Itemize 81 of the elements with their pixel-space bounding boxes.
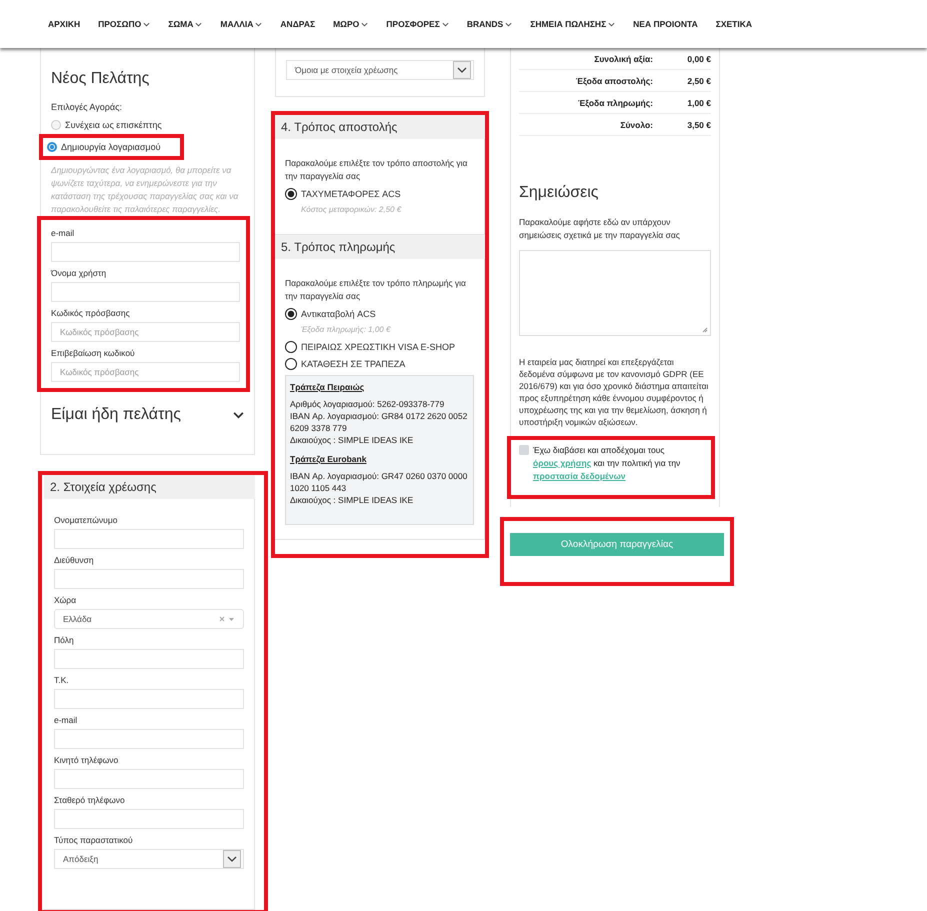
country-select[interactable]: Ελλάδα bbox=[54, 609, 244, 629]
field-label: Όνομα χρήστη bbox=[51, 268, 108, 278]
input-field[interactable]: Κωδικός πρόσβασης bbox=[51, 322, 240, 342]
prompt-text: Παρακαλούμε αφήστε εδώ αν υπάρχουν σημειώσεις σχετικά με την παραγγελία σας bbox=[519, 216, 681, 242]
input-field[interactable] bbox=[54, 729, 244, 749]
input-field[interactable] bbox=[54, 689, 244, 709]
address-select[interactable]: Όμοια με στοιχεία χρέωσης bbox=[286, 60, 474, 80]
section-header: 4. Τρόπος αποστολής bbox=[275, 115, 485, 139]
input-field[interactable] bbox=[54, 649, 244, 669]
radio-option[interactable]: Συνέχεια ως επισκέπτης bbox=[51, 118, 244, 132]
field-label: Διεύθυνση bbox=[54, 555, 95, 565]
notes-textarea[interactable] bbox=[519, 250, 711, 336]
input-field[interactable]: Κωδικός πρόσβασης bbox=[51, 362, 240, 382]
field-label: Χώρα bbox=[54, 595, 78, 605]
cost-note: Έξοδα πληρωμής: 1,00 € bbox=[301, 325, 392, 334]
section-title: Σημειώσεις bbox=[519, 184, 600, 202]
chevron-icon[interactable] bbox=[233, 412, 244, 418]
field-label: Κινητό τηλέφωνο bbox=[54, 755, 120, 765]
nav-link[interactable]: ΣΧΕΤΙΚΑ bbox=[716, 19, 752, 29]
input-field[interactable] bbox=[51, 242, 240, 262]
terms-text: Έχω διαβάσει και αποδέχομαι τους όρους χρήσης και την πολιτική για την προστασία δεδομένων bbox=[533, 444, 682, 483]
bank-detail: IBAN Αρ. λογαριασμού: GR84 0172 2620 0052 6209 3378 779 bbox=[290, 410, 468, 434]
description-text: Δημιουργώντας ένα λογαριασμό, θα μπορείτε να ψωνίζετε ταχύτερα, να ενημερώνεστε για την κατάσταση της τρέχουσας παραγγελίας σας και να παρακολουθείτε τις παλαιότερες παραγγελίες. bbox=[51, 164, 240, 216]
cost-note: Κόστος μεταφορικών: 2,50 € bbox=[301, 205, 402, 214]
field-label: Ονοματεπώνυμο bbox=[54, 515, 118, 525]
field-label: Επιβεβαίωση κωδικού bbox=[51, 348, 136, 358]
nav-link[interactable]: ΣΗΜΕΙΑ ΠΩΛΗΣΗΣ bbox=[530, 19, 616, 29]
prompt-text: Παρακαλούμε επιλέξτε τον τρόπο αποστολής για την παραγγελία σας bbox=[285, 157, 468, 183]
prompt-text: Παρακαλούμε επιλέξτε τον τρόπο πληρωμής για την παραγγελία σας bbox=[285, 277, 467, 303]
gdpr-text: Η εταιρεία μας διατηρεί και επεξεργάζεται δεδομένα σύμφωνα με τον κανονισμό GDPR (ΕΕ 2016/679) και για όσο χρονικό διάστημα απαιτείται προς εξυπηρέτηση κάθε έννομου συμφέροντος ή υποχρέωσης της και για την θεμελίωση, άσκηση ή υποστήριξη νομικών αξιώσεων. bbox=[519, 356, 710, 428]
input-field[interactable] bbox=[54, 769, 244, 789]
checkbox[interactable] bbox=[519, 445, 529, 455]
bank-detail: IBAN Αρ. λογαριασμού: GR47 0260 0370 0000 1020 1105 443 bbox=[290, 470, 468, 494]
radio-option[interactable]: Αντικαταβολή ACS bbox=[285, 307, 474, 321]
input-field[interactable] bbox=[54, 529, 244, 549]
resize-grip-icon[interactable] bbox=[702, 327, 708, 333]
radio-option[interactable]: ΚΑΤΑΘΕΣΗ ΣΕ ΤΡΑΠΕΖΑ bbox=[285, 357, 474, 371]
nav-link[interactable]: ΣΩΜΑ bbox=[168, 19, 202, 29]
section-title: Νέος Πελάτης bbox=[51, 70, 150, 88]
bank-detail: Δικαιούχος : SIMPLE IDEAS IKE bbox=[290, 494, 414, 506]
nav-link[interactable]: ΑΡΧΙΚΗ bbox=[48, 19, 80, 29]
bank-detail: Δικαιούχος : SIMPLE IDEAS IKE bbox=[290, 434, 414, 446]
field-label: Κωδικός πρόσβασης bbox=[51, 308, 131, 318]
bank-detail: Αριθμός λογαριασμού: 5262-093378-779 bbox=[290, 398, 446, 410]
input-field[interactable] bbox=[54, 569, 244, 589]
bank-name: Τράπεζα Πειραιώς bbox=[290, 382, 366, 392]
input-field[interactable] bbox=[54, 809, 244, 829]
field-label: Επιλογές Αγοράς: bbox=[51, 102, 123, 112]
total-label: Σύνολο: bbox=[619, 120, 653, 130]
section-header: 5. Τρόπος πληρωμής bbox=[275, 235, 485, 259]
nav-link[interactable]: ΝΕΑ ΠΡΟΙΟΝΤΑ bbox=[633, 19, 698, 29]
bank-name: Τράπεζα Eurobank bbox=[290, 454, 368, 464]
chevron-icon[interactable] bbox=[223, 850, 241, 868]
field-label: e-mail bbox=[54, 715, 78, 725]
total-value: 2,50 € bbox=[686, 76, 711, 86]
nav-link[interactable]: ΜΑΛΛΙΑ bbox=[220, 19, 262, 29]
field-label: Τ.Κ. bbox=[54, 675, 70, 685]
total-label: Έξοδα αποστολής: bbox=[574, 76, 653, 86]
field-label: e-mail bbox=[51, 228, 76, 238]
total-label: Συνολική αξία: bbox=[593, 54, 653, 64]
chevron-icon[interactable] bbox=[453, 61, 471, 79]
total-value: 1,00 € bbox=[686, 98, 711, 108]
nav-link[interactable]: ΠΡΟΣΩΠΟ bbox=[98, 19, 150, 29]
section-title: Είμαι ήδη πελάτης bbox=[51, 406, 181, 424]
input-field[interactable] bbox=[51, 282, 240, 302]
nav-link[interactable]: ΜΩΡΟ bbox=[333, 19, 368, 29]
nav-link[interactable]: ΠΡΟΣΦΟΡΕΣ bbox=[386, 19, 449, 29]
radio-option[interactable]: ΤΑΧΥΜΕΤΑΦΟΡΕΣ ACS bbox=[285, 187, 474, 201]
total-value: 0,00 € bbox=[686, 54, 711, 64]
document-type-select[interactable]: Απόδειξη bbox=[54, 849, 244, 869]
field-label: Σταθερό τηλέφωνο bbox=[54, 795, 126, 805]
total-value: 3,50 € bbox=[686, 120, 711, 130]
field-label: Πόλη bbox=[54, 635, 75, 645]
clear-caret-icon[interactable] bbox=[219, 616, 235, 622]
nav-link[interactable]: BRANDS bbox=[466, 19, 512, 29]
total-label: Έξοδα πληρωμής: bbox=[576, 98, 653, 108]
radio-option[interactable]: ΠΕΙΡΑΙΩΣ ΧΡΕΩΣΤΙΚΗ VISA E-SHOP bbox=[285, 340, 474, 354]
radio-option[interactable]: Δημιουργία λογαριασμού bbox=[47, 140, 176, 154]
field-label: Τύπος παραστατικού bbox=[54, 835, 134, 845]
nav-link[interactable]: ΑΝΔΡΑΣ bbox=[280, 19, 316, 29]
section-header: 2. Στοιχεία χρέωσης bbox=[44, 475, 255, 499]
